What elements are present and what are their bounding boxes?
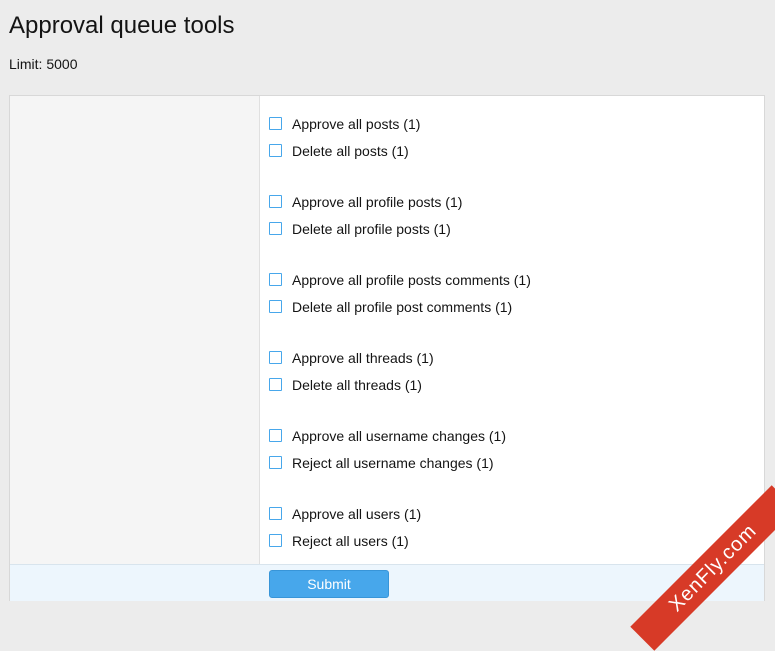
option-group-posts: Approve all posts (1) Delete all posts (…	[269, 110, 759, 164]
checkbox[interactable]	[269, 456, 282, 469]
option-label: Delete all posts (1)	[292, 142, 409, 159]
option-label: Approve all users (1)	[292, 505, 422, 522]
form-label-column	[10, 96, 260, 564]
checkbox[interactable]	[269, 351, 282, 364]
limit-text: Limit: 5000	[9, 56, 78, 72]
option-approve-all-posts[interactable]: Approve all posts (1)	[269, 110, 759, 137]
option-group-users: Approve all users (1) Reject all users (…	[269, 500, 759, 554]
approval-tools-form: Approve all posts (1) Delete all posts (…	[9, 95, 765, 601]
option-approve-all-username-changes[interactable]: Approve all username changes (1)	[269, 422, 759, 449]
checkbox[interactable]	[269, 534, 282, 547]
submit-button[interactable]: Submit	[269, 570, 389, 598]
checkbox[interactable]	[269, 195, 282, 208]
option-label: Delete all threads (1)	[292, 376, 422, 393]
checkbox[interactable]	[269, 507, 282, 520]
checkbox[interactable]	[269, 273, 282, 286]
checkbox[interactable]	[269, 222, 282, 235]
option-reject-all-users[interactable]: Reject all users (1)	[269, 527, 759, 554]
option-delete-all-posts[interactable]: Delete all posts (1)	[269, 137, 759, 164]
checkbox[interactable]	[269, 429, 282, 442]
checkbox[interactable]	[269, 300, 282, 313]
option-label: Approve all username changes (1)	[292, 427, 507, 444]
option-group-profile-posts: Approve all profile posts (1) Delete all…	[269, 188, 759, 242]
page-title: Approval queue tools	[9, 12, 235, 39]
option-group-profile-post-comments: Approve all profile posts comments (1) D…	[269, 266, 759, 320]
checkbox[interactable]	[269, 378, 282, 391]
option-approve-all-threads[interactable]: Approve all threads (1)	[269, 344, 759, 371]
form-submit-row: Submit	[10, 564, 764, 601]
checkbox[interactable]	[269, 117, 282, 130]
option-delete-all-profile-posts[interactable]: Delete all profile posts (1)	[269, 215, 759, 242]
option-list: Approve all posts (1) Delete all posts (…	[269, 110, 759, 554]
option-reject-all-username-changes[interactable]: Reject all username changes (1)	[269, 449, 759, 476]
option-label: Reject all users (1)	[292, 532, 409, 549]
option-label: Approve all posts (1)	[292, 115, 421, 132]
option-approve-all-profile-post-comments[interactable]: Approve all profile posts comments (1)	[269, 266, 759, 293]
option-label: Approve all profile posts (1)	[292, 193, 463, 210]
option-group-username-changes: Approve all username changes (1) Reject …	[269, 422, 759, 476]
option-label: Reject all username changes (1)	[292, 454, 494, 471]
option-label: Approve all profile posts comments (1)	[292, 271, 531, 288]
option-group-threads: Approve all threads (1) Delete all threa…	[269, 344, 759, 398]
option-label: Approve all threads (1)	[292, 349, 434, 366]
option-label: Delete all profile posts (1)	[292, 220, 451, 237]
option-delete-all-profile-post-comments[interactable]: Delete all profile post comments (1)	[269, 293, 759, 320]
option-label: Delete all profile post comments (1)	[292, 298, 513, 315]
checkbox[interactable]	[269, 144, 282, 157]
option-delete-all-threads[interactable]: Delete all threads (1)	[269, 371, 759, 398]
option-approve-all-profile-posts[interactable]: Approve all profile posts (1)	[269, 188, 759, 215]
option-approve-all-users[interactable]: Approve all users (1)	[269, 500, 759, 527]
